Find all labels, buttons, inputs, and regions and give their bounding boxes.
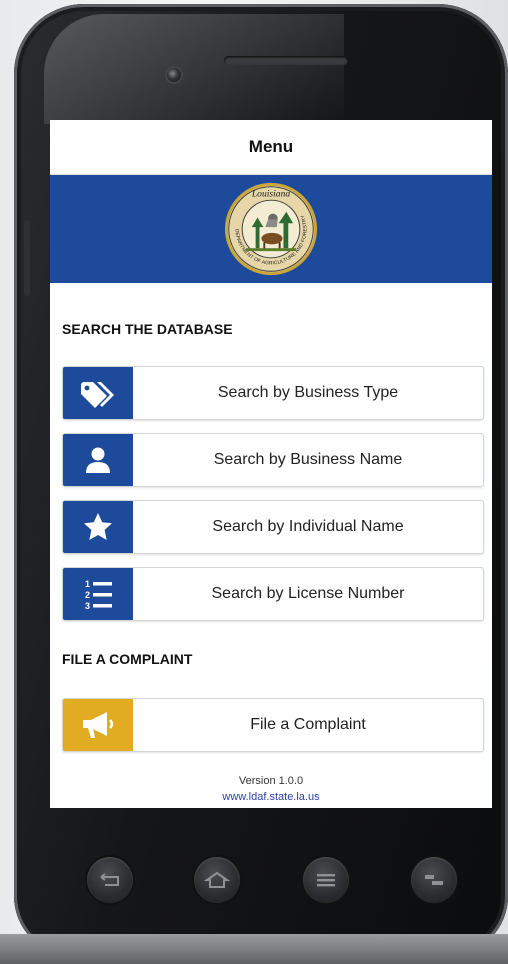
back-icon [100, 873, 119, 886]
button-label: Search by License Number [211, 585, 405, 602]
search-by-business-name-button[interactable]: Search by Business Name [62, 433, 484, 487]
device-recent-apps-button[interactable] [411, 857, 457, 903]
button-label: File a Complaint [250, 716, 366, 733]
device-menu-button[interactable] [303, 857, 349, 903]
phone-reflection [44, 14, 344, 124]
device-bottom-edge [0, 934, 508, 964]
version-text: Version 1.0.0 [238, 775, 304, 787]
menu-icon [317, 874, 335, 887]
file-complaint-button[interactable]: File a Complaint [62, 698, 484, 752]
website-link[interactable]: www.ldaf.state.la.us [50, 791, 492, 803]
department-seal-logo: DEPARTMENT OF AGRICULTURE AND FORESTRY L… [224, 182, 318, 276]
app-screen: Menu DEPARTMENT OF AGRICULTURE AND FORES… [50, 120, 492, 808]
tag-icon [63, 367, 133, 419]
earpiece-speaker [224, 56, 348, 65]
search-by-business-type-button[interactable]: Search by Business Type [62, 366, 484, 420]
button-label: Search by Business Name [213, 451, 403, 468]
page-title: Menu [248, 137, 294, 156]
banner: DEPARTMENT OF AGRICULTURE AND FORESTRY L… [50, 175, 492, 283]
svg-text:1: 1 [85, 579, 90, 589]
svg-text:2: 2 [85, 590, 90, 600]
seal-script-text: Louisiana [251, 188, 291, 199]
megaphone-icon [63, 699, 133, 751]
home-icon [204, 871, 230, 888]
button-label: Search by Individual Name [212, 518, 404, 535]
star-icon [63, 501, 133, 553]
device-home-button[interactable] [194, 857, 240, 903]
recent-apps-icon [425, 875, 443, 885]
search-by-license-number-button[interactable]: 1 2 3 Search by License Number [62, 567, 484, 621]
front-camera [165, 66, 183, 84]
button-label: Search by Business Type [217, 384, 399, 401]
numbered-list-icon: 1 2 3 [63, 568, 133, 620]
svg-text:3: 3 [85, 601, 90, 611]
complaint-section-heading: FILE A COMPLAINT [62, 651, 193, 667]
person-icon [63, 434, 133, 486]
device-back-button[interactable] [87, 857, 133, 903]
search-section-heading: SEARCH THE DATABASE [62, 321, 233, 337]
title-bar: Menu [50, 120, 492, 175]
volume-button [24, 220, 30, 296]
search-by-individual-name-button[interactable]: Search by Individual Name [62, 500, 484, 554]
